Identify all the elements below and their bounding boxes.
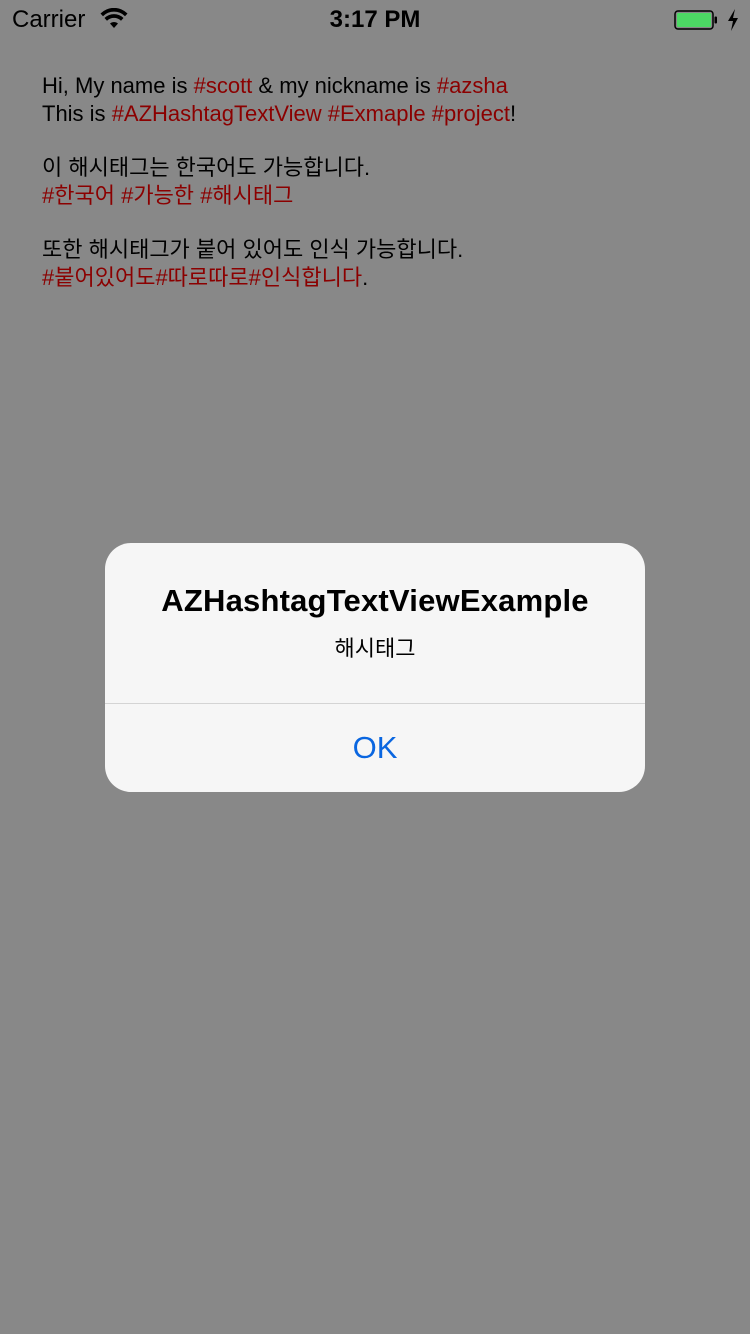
hashtag-text-view[interactable]: Hi, My name is #scott & my nickname is #… (42, 72, 702, 292)
hashtag[interactable]: #한국어 (42, 183, 115, 208)
alert-title: AZHashtagTextViewExample (161, 583, 589, 618)
text-line-4: #한국어 #가능한 #해시태그 (42, 182, 702, 210)
plain-text: . (362, 265, 369, 290)
text-line-5: 또한 해시태그가 붙어 있어도 인식 가능합니다. (42, 236, 702, 264)
text-line-3: 이 해시태그는 한국어도 가능합니다. (42, 154, 702, 182)
battery-icon (674, 10, 717, 30)
alert-message: 해시태그 (334, 637, 416, 662)
hashtag[interactable]: #가능한 (121, 183, 194, 208)
text-line-1: Hi, My name is #scott & my nickname is #… (42, 72, 702, 100)
status-bar: Carrier 3:17 PM (0, 0, 750, 40)
plain-text: Hi, My name is (42, 73, 194, 98)
plain-text: 또한 해시태그가 붙어 있어도 인식 가능합니다. (42, 237, 464, 262)
hashtag[interactable]: #Exmaple (328, 101, 426, 126)
text-line-6: #붙어있어도#따로따로#인식합니다. (42, 264, 702, 292)
charge-icon (728, 9, 738, 31)
hashtag[interactable]: #인식합니다 (249, 265, 362, 290)
hashtag[interactable]: #scott (194, 73, 253, 98)
plain-text: & my nickname is (252, 73, 437, 98)
hashtag[interactable]: #project (432, 101, 510, 126)
plain-text: This is (42, 101, 112, 126)
hashtag[interactable]: #azsha (437, 73, 508, 98)
text-line-2: This is #AZHashtagTextView #Exmaple #pro… (42, 100, 702, 128)
plain-text: ! (510, 101, 517, 126)
hashtag[interactable]: #붙어있어도 (42, 265, 155, 290)
screen: Carrier 3:17 PM Hi, My name is #scott & … (0, 0, 750, 1334)
alert-dialog: AZHashtagTextViewExample 해시태그 OK (105, 543, 645, 792)
hashtag[interactable]: #해시태그 (200, 183, 293, 208)
hashtag[interactable]: #AZHashtagTextView (112, 101, 322, 126)
hashtag[interactable]: #따로따로 (155, 265, 248, 290)
status-time: 3:17 PM (329, 6, 421, 33)
ok-button[interactable]: OK (105, 704, 645, 792)
plain-text: 이 해시태그는 한국어도 가능합니다. (42, 155, 371, 180)
